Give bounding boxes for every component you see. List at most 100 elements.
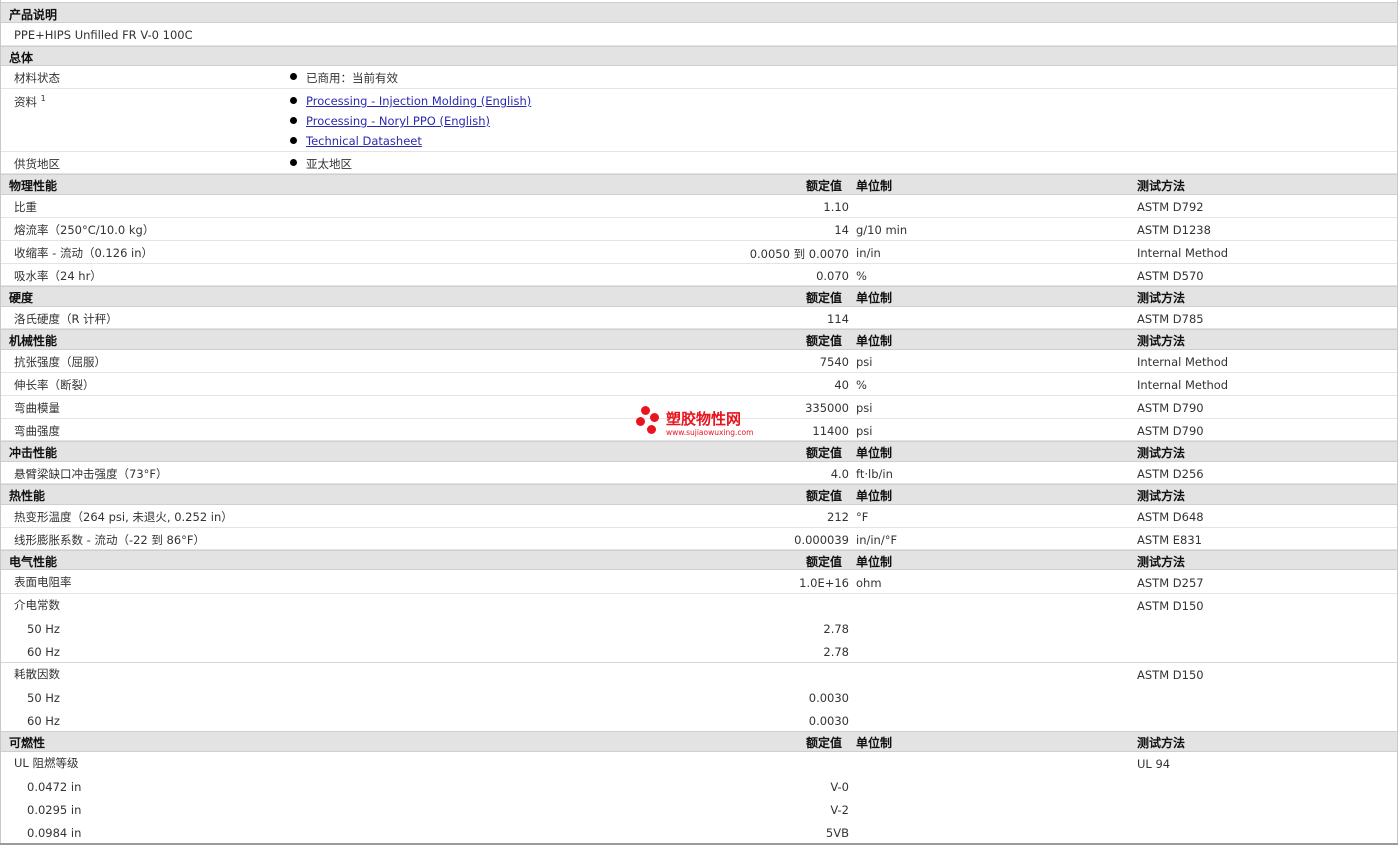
condition-name: 50 Hz [27,691,60,705]
status-value: 已商用：当前有效 [306,71,398,85]
property-unit: % [856,269,867,283]
test-method: ASTM D150 [1137,668,1204,682]
section-title: 可燃性 [9,736,46,750]
table-row: 悬臂梁缺口冲击强度（73°F） 4.0 ft·lb/in ASTM D256 [0,462,1398,484]
section-header-impact: 冲击性能 额定值 单位制 测试方法 [0,441,1398,462]
condition-name: 60 Hz [27,714,60,728]
property-unit: in/in [856,246,881,260]
property-value: 5VB [825,826,849,840]
test-method: ASTM D790 [1137,424,1204,438]
test-method: ASTM E831 [1137,533,1202,547]
property-value: 2.78 [823,622,849,636]
property-name: 洛氏硬度（R 计秤） [14,312,118,326]
table-row: 线形膨胀系数 - 流动（-22 到 86°F） 0.000039 in/in/°… [0,528,1398,550]
doc-link-noryl-ppo[interactable]: Processing - Noryl PPO (English) [306,114,490,128]
property-unit: psi [856,355,873,369]
watermark-dot [641,406,650,415]
property-value: 0.0050 到 0.0070 [749,247,849,261]
property-value: V-2 [830,803,849,817]
property-name: 悬臂梁缺口冲击强度（73°F） [14,467,168,481]
property-name: 介电常数 [14,598,60,612]
column-header-rated: 额定值 [806,334,843,348]
test-method: UL 94 [1137,757,1171,771]
column-header-rated: 额定值 [806,291,843,305]
test-method: ASTM D570 [1137,269,1204,283]
watermark-dot [647,425,656,434]
property-unit: ohm [856,576,882,590]
table-row: UL 阻燃等级 UL 94 [0,752,1398,775]
doc-link-injection-molding[interactable]: Processing - Injection Molding (English) [306,94,531,108]
table-row: PPE+HIPS Unfilled FR V-0 100C [0,23,1398,46]
table-row: 0.0295 in V-2 [0,798,1398,821]
property-name: 线形膨胀系数 - 流动（-22 到 86°F） [14,533,206,547]
region-value: 亚太地区 [306,157,352,171]
watermark-dot [650,413,659,422]
table-row: 抗张强度（屈服） 7540 psi Internal Method [0,350,1398,373]
property-unit: ft·lb/in [856,467,893,481]
test-method: ASTM D790 [1137,401,1204,415]
column-header-rated: 额定值 [806,179,843,193]
section-header-general: 总体 [0,46,1398,66]
table-row: 收缩率 - 流动（0.126 in） 0.0050 到 0.0070 in/in… [0,241,1398,264]
property-name: 熔流率（250°C/10.0 kg） [14,223,155,237]
table-row: 表面电阻率 1.0E+16 ohm ASTM D257 [0,570,1398,594]
row-label: 供货地区 [14,157,60,171]
table-row: 50 Hz 0.0030 [0,686,1398,709]
watermark-dot [636,417,645,426]
bullet [290,97,297,104]
property-value: 1.0E+16 [799,576,849,590]
property-name: UL 阻燃等级 [14,756,79,770]
test-method: ASTM D785 [1137,312,1204,326]
property-value: 4.0 [830,467,849,481]
section-header-flammability: 可燃性 额定值 单位制 测试方法 [0,731,1398,752]
property-name: 比重 [14,200,37,214]
section-title: 硬度 [9,291,34,305]
column-header-unit: 单位制 [856,446,893,460]
property-name: 热变形温度（264 psi, 未退火, 0.252 in） [14,510,233,524]
property-name: 弯曲模量 [14,401,60,415]
table-row: 资料 1 Processing - Injection Molding (Eng… [0,89,1398,152]
property-name: 收缩率 - 流动（0.126 in） [14,246,154,260]
watermark-logo: 塑胶物性网 www.sujiaowuxing.com [634,404,774,444]
column-header-unit: 单位制 [856,555,893,569]
test-method: ASTM D648 [1137,510,1204,524]
table-row: 伸长率（断裂） 40 % Internal Method [0,373,1398,396]
property-value: 0.0030 [808,714,849,728]
property-name: 抗张强度（屈服） [14,355,106,369]
test-method: Internal Method [1137,355,1229,369]
column-header-method: 测试方法 [1137,736,1186,750]
condition-name: 0.0984 in [27,826,82,840]
column-header-rated: 额定值 [806,555,843,569]
table-row: 吸水率（24 hr） 0.070 % ASTM D570 [0,264,1398,286]
test-method: Internal Method [1137,246,1229,260]
column-header-method: 测试方法 [1137,489,1186,503]
column-header-unit: 单位制 [856,291,893,305]
section-title: 产品说明 [9,8,58,22]
table-row: 洛氏硬度（R 计秤） 114 ASTM D785 [0,307,1398,329]
product-description: PPE+HIPS Unfilled FR V-0 100C [14,28,193,42]
column-header-rated: 额定值 [806,446,843,460]
property-name: 表面电阻率 [14,575,72,589]
table-row: 材料状态 已商用：当前有效 [0,66,1398,89]
property-name: 弯曲强度 [14,424,60,438]
row-label: 材料状态 [14,71,60,85]
property-unit: g/10 min [856,223,908,237]
doc-link-technical-datasheet[interactable]: Technical Datasheet [306,134,422,148]
property-value: 2.78 [823,645,849,659]
bullet [290,137,297,144]
column-header-method: 测试方法 [1137,291,1186,305]
test-method: Internal Method [1137,378,1229,392]
row-label: 资料 1 [14,94,46,109]
test-method: ASTM D257 [1137,576,1204,590]
property-unit: psi [856,424,873,438]
property-value: 0.000039 [794,533,849,547]
column-header-rated: 额定值 [806,736,843,750]
watermark-url: www.sujiaowuxing.com [666,428,754,437]
section-header-hardness: 硬度 额定值 单位制 测试方法 [0,286,1398,307]
section-title: 冲击性能 [9,446,58,460]
property-unit: in/in/°F [856,533,898,547]
column-header-rated: 额定值 [806,489,843,503]
property-value: 0.070 [816,269,849,283]
column-header-method: 测试方法 [1137,179,1186,193]
table-row: 60 Hz 2.78 [0,640,1398,663]
